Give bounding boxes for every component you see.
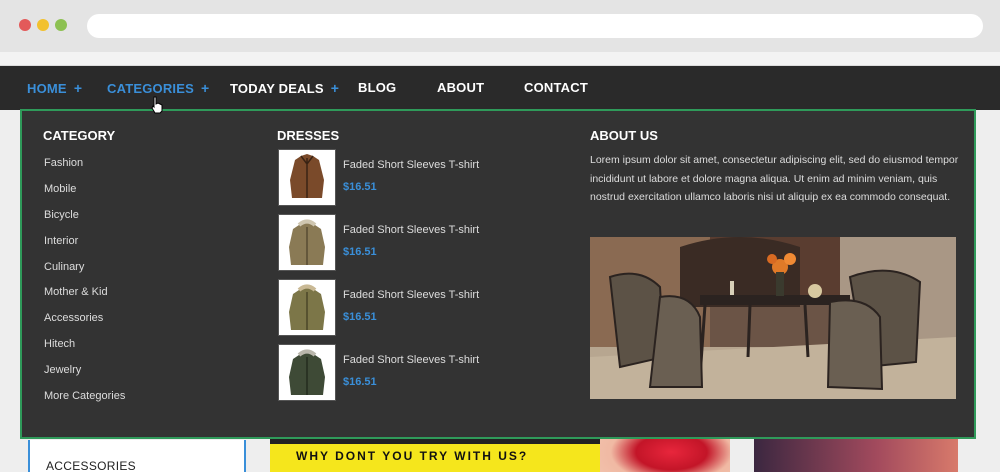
minimize-window-icon[interactable] <box>37 19 49 31</box>
product-thumbnail[interactable] <box>278 214 336 271</box>
nav-label: CATEGORIES <box>107 81 194 96</box>
sidebar-item-accessories[interactable]: ACCESSORIES <box>46 459 136 472</box>
product-item[interactable]: Faded Short Sleeves T-shirt $16.51 <box>278 344 578 402</box>
product-thumbnail[interactable] <box>278 344 336 401</box>
about-column-title: ABOUT US <box>590 128 658 143</box>
nav-label: HOME <box>27 81 67 96</box>
category-item-jewelry[interactable]: Jewelry <box>44 362 125 388</box>
product-price: $16.51 <box>343 376 377 388</box>
category-item-culinary[interactable]: Culinary <box>44 259 125 285</box>
nav-item-today-deals[interactable]: TODAY DEALS + <box>230 66 339 110</box>
plus-icon: + <box>330 80 340 96</box>
jacket-icon <box>290 154 324 198</box>
category-item-hitech[interactable]: Hitech <box>44 336 125 362</box>
nav-label: BLOG <box>358 80 397 95</box>
product-name[interactable]: Faded Short Sleeves T-shirt <box>343 289 479 301</box>
product-price: $16.51 <box>343 181 377 193</box>
category-item-mobile[interactable]: Mobile <box>44 181 125 207</box>
category-column-title: CATEGORY <box>43 128 116 143</box>
side-banner-image[interactable] <box>754 438 958 472</box>
jacket-icon <box>289 349 325 395</box>
product-name[interactable]: Faded Short Sleeves T-shirt <box>343 159 479 171</box>
browser-chrome <box>0 0 1000 52</box>
product-name[interactable]: Faded Short Sleeves T-shirt <box>343 224 479 236</box>
category-item-interior[interactable]: Interior <box>44 233 125 259</box>
maximize-window-icon[interactable] <box>55 19 67 31</box>
plus-icon: + <box>201 80 210 96</box>
product-price: $16.51 <box>343 311 377 323</box>
plus-icon: + <box>73 80 83 96</box>
product-name[interactable]: Faded Short Sleeves T-shirt <box>343 354 479 366</box>
nav-label: TODAY DEALS <box>230 81 324 96</box>
jacket-icon <box>289 219 325 265</box>
close-window-icon[interactable] <box>19 19 31 31</box>
nav-item-home[interactable]: HOME + <box>27 66 82 110</box>
product-thumbnail[interactable] <box>278 279 336 336</box>
categories-mega-menu: CATEGORY Fashion Mobile Bicycle Interior… <box>20 109 976 439</box>
product-item[interactable]: Faded Short Sleeves T-shirt $16.51 <box>278 279 578 337</box>
product-item[interactable]: Faded Short Sleeves T-shirt $16.51 <box>278 149 578 207</box>
nav-item-contact[interactable]: CONTACT <box>524 66 588 110</box>
jacket-icon <box>289 284 325 330</box>
product-price: $16.51 <box>343 246 377 258</box>
nav-label: CONTACT <box>524 80 588 95</box>
dresses-column-title: DRESSES <box>277 128 340 143</box>
category-item-fashion[interactable]: Fashion <box>44 155 125 181</box>
product-thumbnail[interactable] <box>278 149 336 206</box>
address-bar[interactable] <box>87 14 983 38</box>
about-description: Lorem ipsum dolor sit amet, consectetur … <box>590 154 959 204</box>
hand-cursor-icon <box>151 96 163 114</box>
banner-lips-image <box>600 438 730 472</box>
category-item-mother-kid[interactable]: Mother & Kid <box>44 284 125 310</box>
patio-furniture-image <box>590 237 956 399</box>
banner-tagline: WHY DONT YOU TRY WITH US? <box>296 449 529 463</box>
nav-item-about[interactable]: ABOUT <box>437 66 484 110</box>
nav-item-blog[interactable]: BLOG <box>358 66 396 110</box>
nav-label: ABOUT <box>437 80 485 95</box>
product-item[interactable]: Faded Short Sleeves T-shirt $16.51 <box>278 214 578 272</box>
category-item-more-categories[interactable]: More Categories <box>44 388 125 414</box>
category-item-accessories[interactable]: Accessories <box>44 310 125 336</box>
browser-content-top <box>0 52 1000 66</box>
category-item-bicycle[interactable]: Bicycle <box>44 207 125 233</box>
category-list: Fashion Mobile Bicycle Interior Culinary… <box>44 155 125 414</box>
